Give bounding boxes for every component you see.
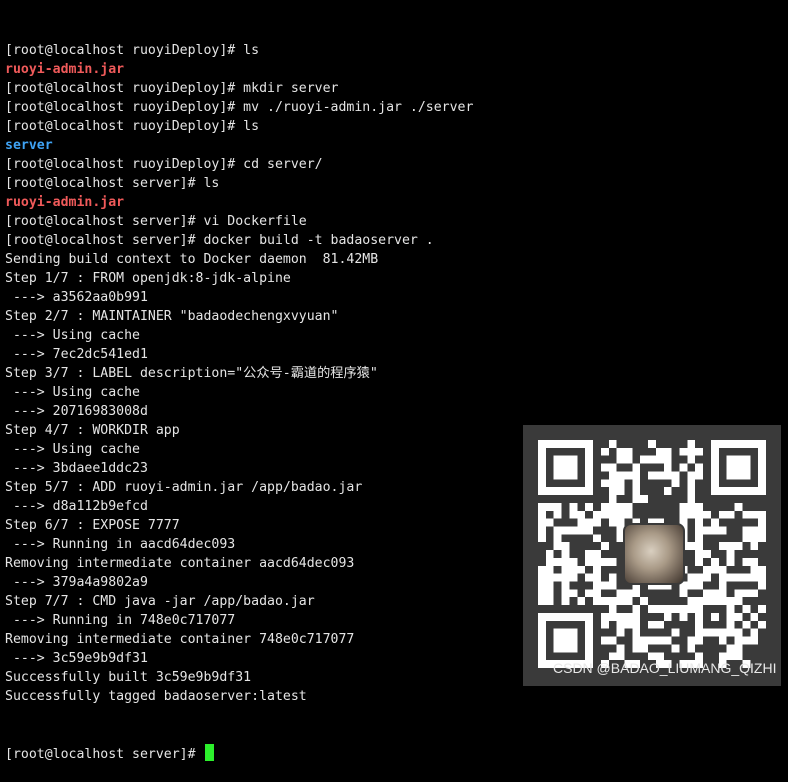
terminal-cursor [204,744,214,761]
csdn-watermark: CSDN @BADAO_LIUMANG_QIZHI [553,660,777,676]
terminal-line: [root@localhost server]# vi Dockerfile [5,214,307,229]
pug-avatar-icon [623,523,685,585]
terminal-line: [root@localhost ruoyiDeploy]# mv ./ruoyi… [5,100,474,115]
terminal-line: ruoyi-admin.jar [5,195,125,210]
terminal-line: Step 2/7 : MAINTAINER "badaodechengxvyua… [5,309,339,324]
qr-code-panel [523,425,781,686]
terminal-line: ---> Using cache [5,328,140,343]
terminal-line: [root@localhost ruoyiDeploy]# mkdir serv… [5,81,339,96]
terminal-line: Successfully tagged badaoserver:latest [5,689,307,704]
terminal-line: [root@localhost server]# ls [5,176,220,191]
terminal-line: Sending build context to Docker daemon 8… [5,252,379,267]
terminal-line: Step 1/7 : FROM openjdk:8-jdk-alpine [5,271,291,286]
terminal-line: ---> 20716983008d [5,404,148,419]
terminal-line: Step 3/7 : LABEL description="公众号-霸道的程序猿… [5,366,378,381]
terminal-line: [root@localhost ruoyiDeploy]# ls [5,119,260,134]
terminal-prompt: [root@localhost server]# [5,747,204,762]
terminal-line: ---> Using cache [5,385,140,400]
terminal-line: server [5,138,53,153]
terminal-prompt-line[interactable]: [root@localhost server]# [5,744,788,763]
terminal-line: [root@localhost server]# docker build -t… [5,233,434,248]
terminal-line: ruoyi-admin.jar [5,62,125,77]
terminal-line: ---> a3562aa0b991 [5,290,148,305]
terminal-line: ---> 7ec2dc541ed1 [5,347,148,362]
terminal-line: [root@localhost ruoyiDeploy]# ls [5,43,260,58]
terminal-line: [root@localhost ruoyiDeploy]# cd server/ [5,157,323,172]
